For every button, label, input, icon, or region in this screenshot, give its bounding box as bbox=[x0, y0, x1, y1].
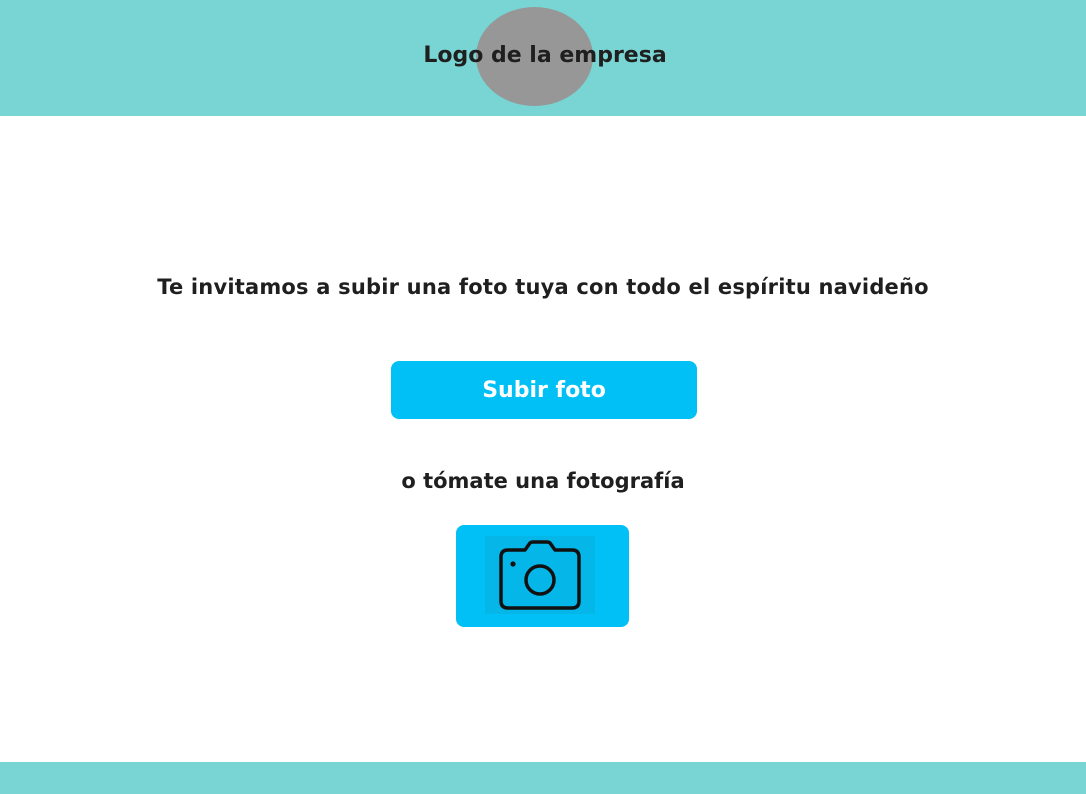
header: Logo de la empresa bbox=[0, 0, 1086, 116]
take-photo-text: o tómate una fotografía bbox=[401, 469, 685, 493]
upload-photo-label: Subir foto bbox=[482, 377, 606, 403]
footer bbox=[0, 762, 1086, 794]
invitation-text: Te invitamos a subir una foto tuya con t… bbox=[157, 275, 929, 299]
page: Logo de la empresa Te invitamos a subir … bbox=[0, 0, 1086, 794]
camera-icon bbox=[499, 540, 581, 610]
upload-photo-button[interactable]: Subir foto bbox=[391, 361, 697, 419]
take-photo-button[interactable] bbox=[456, 525, 629, 627]
camera-icon-container bbox=[485, 536, 595, 614]
company-logo-text: Logo de la empresa bbox=[423, 43, 667, 68]
